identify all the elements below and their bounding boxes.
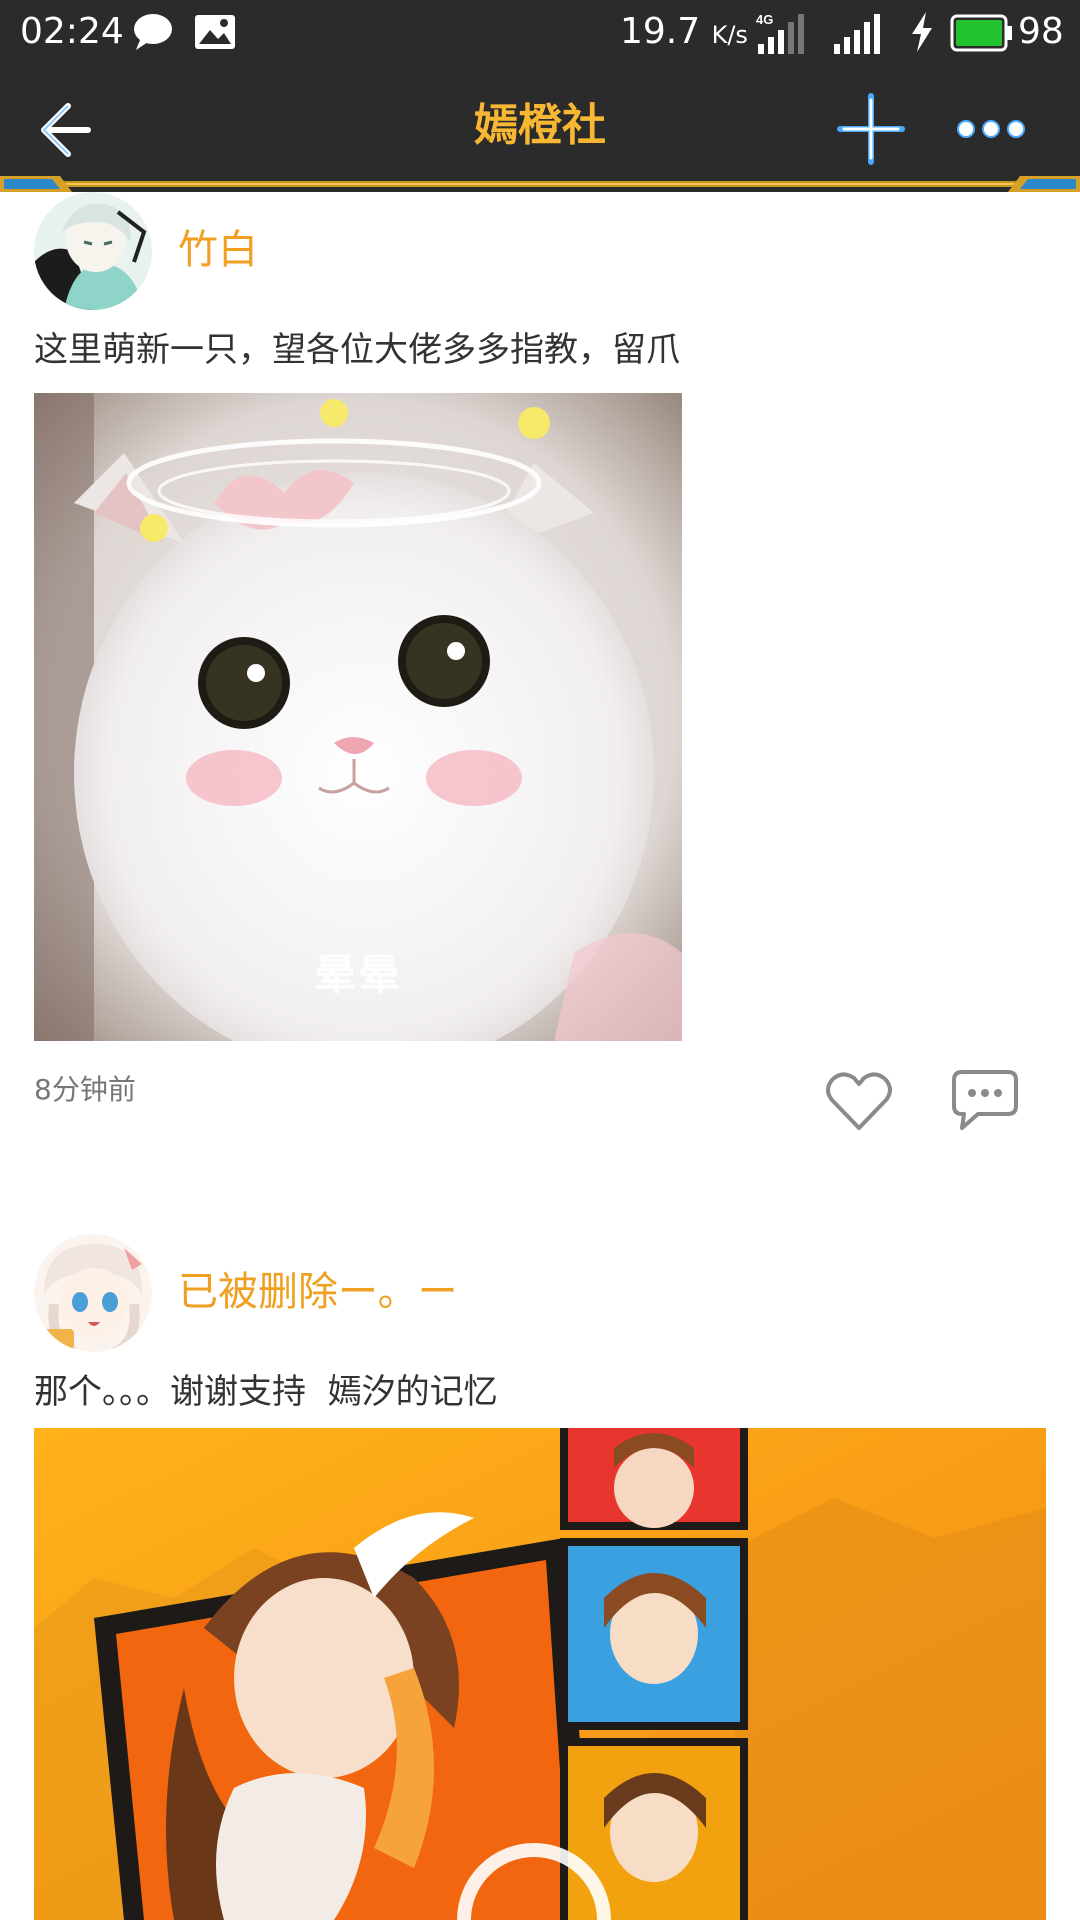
post-image[interactable]: 晕晕 bbox=[34, 393, 682, 1041]
comment-icon bbox=[952, 1070, 1018, 1130]
add-button[interactable] bbox=[826, 84, 916, 174]
app-header: 嫣橙社 bbox=[0, 66, 1080, 192]
avatar[interactable] bbox=[34, 1234, 152, 1352]
image-caption: 晕晕 bbox=[313, 950, 402, 999]
net-speed-unit: K/s bbox=[711, 21, 748, 49]
post-text: 这里萌新一只，望各位大佬多多指教，留爪 bbox=[34, 330, 680, 370]
heart-icon bbox=[826, 1072, 892, 1130]
net-speed-value: 19.7 bbox=[620, 11, 701, 52]
status-bar: 02:24 19.7 K/s 4G 98 bbox=[0, 0, 1080, 66]
image-notification-icon bbox=[194, 12, 236, 56]
comment-button[interactable] bbox=[950, 1068, 1020, 1132]
post-timestamp: 8分钟前 bbox=[34, 1073, 136, 1106]
post-text: 那个。。。谢谢支持 嫣汐的记忆 bbox=[34, 1372, 498, 1412]
more-dots-icon bbox=[957, 120, 1025, 138]
more-button[interactable] bbox=[946, 84, 1036, 174]
battery-icon bbox=[950, 14, 1014, 56]
network-type-label: 4G bbox=[756, 12, 773, 27]
like-button[interactable] bbox=[824, 1070, 894, 1134]
plus-icon bbox=[837, 93, 905, 165]
charging-icon bbox=[910, 12, 934, 56]
header-decoration bbox=[0, 176, 1080, 192]
post-image[interactable] bbox=[34, 1428, 1046, 1920]
post-username[interactable]: 竹白 bbox=[178, 222, 258, 278]
battery-level: 98 bbox=[1018, 11, 1064, 52]
signal-4g-icon: 4G bbox=[756, 10, 814, 60]
chat-notification-icon bbox=[132, 12, 174, 56]
page-title: 嫣橙社 bbox=[474, 100, 606, 151]
status-time: 02:24 bbox=[20, 11, 124, 52]
post-username[interactable]: 已被删除ー。ー bbox=[178, 1264, 458, 1320]
signal-icon bbox=[832, 10, 890, 60]
avatar[interactable] bbox=[34, 192, 152, 310]
network-speed: 19.7 K/s bbox=[620, 8, 748, 59]
